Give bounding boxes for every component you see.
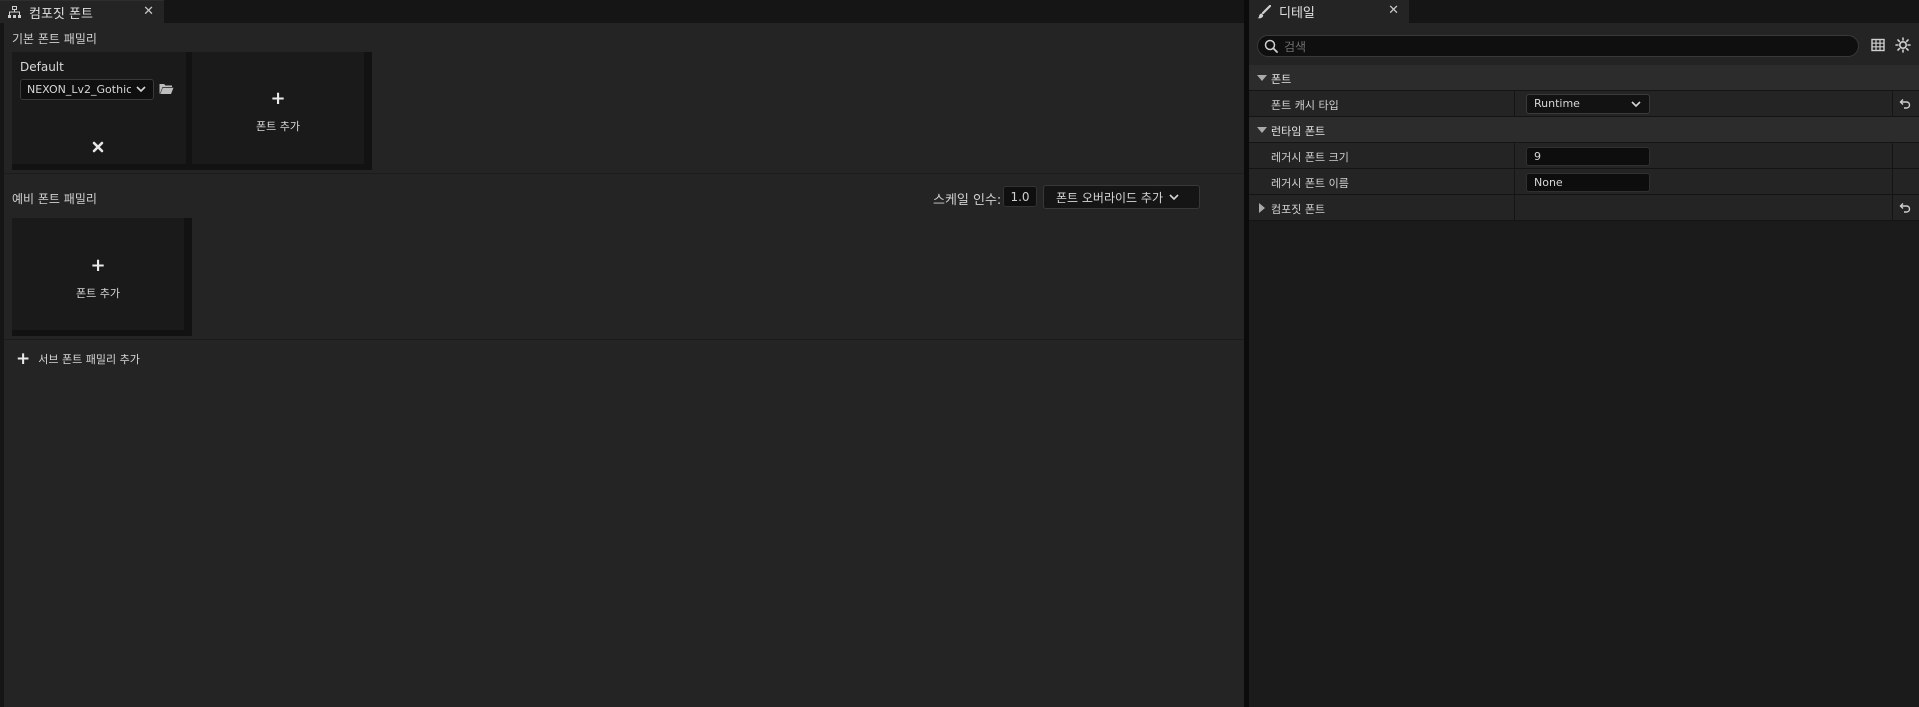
scale-factor-input[interactable]: 1.0: [1003, 186, 1037, 207]
plus-icon: +: [16, 349, 31, 369]
add-font-button-fallback[interactable]: + 폰트 추가: [12, 255, 184, 301]
font-cache-type-dropdown[interactable]: Runtime: [1526, 94, 1650, 114]
collapsed-arrow-icon[interactable]: [1259, 203, 1265, 213]
card-bottom-edge: [12, 164, 372, 170]
add-font-label: 폰트 추가: [76, 287, 120, 300]
table-view-icon[interactable]: [1871, 38, 1885, 52]
tab-details[interactable]: 디테일 ✕: [1249, 0, 1409, 23]
search-icon: [1264, 39, 1278, 53]
hierarchy-icon: [8, 5, 21, 18]
expanded-arrow-icon: [1257, 127, 1267, 133]
default-family-label: 기본 폰트 패밀리: [12, 32, 97, 46]
add-font-button-default[interactable]: + 폰트 추가: [192, 88, 364, 134]
font-asset-dropdown[interactable]: NEXON_Lv2_Gothic: [20, 79, 154, 100]
add-sub-font-family-button[interactable]: + 서브 폰트 패밀리 추가: [16, 349, 140, 369]
column-separator: [1892, 143, 1893, 169]
card-bottom-edge: [12, 330, 188, 336]
brush-icon: [1257, 4, 1271, 18]
left-tab-bar: [0, 0, 1244, 23]
column-separator[interactable]: [1514, 143, 1515, 169]
property-label: 레거시 폰트 이름: [1271, 177, 1349, 190]
property-label: 레거시 폰트 크기: [1271, 151, 1349, 164]
add-font-label: 폰트 추가: [256, 120, 300, 133]
tab-title: 컴포짓 폰트: [29, 6, 93, 22]
chevron-down-icon: [136, 86, 146, 93]
column-separator[interactable]: [1514, 195, 1515, 221]
card-right-edge: [364, 52, 372, 170]
property-label: 컴포짓 폰트: [1271, 203, 1326, 216]
category-label: 폰트: [1271, 73, 1292, 86]
card-right-edge: [184, 218, 192, 336]
font-asset-value: NEXON_Lv2_Gothic: [27, 83, 131, 96]
property-row-legacy-font-name: 레거시 폰트 이름 None: [1249, 169, 1919, 195]
browse-folder-icon[interactable]: [159, 82, 174, 95]
add-sub-font-family-label: 서브 폰트 패밀리 추가: [38, 353, 140, 366]
legacy-font-name-input[interactable]: None: [1526, 173, 1650, 192]
chevron-down-icon: [1169, 194, 1179, 201]
expanded-arrow-icon: [1257, 75, 1267, 81]
tab-title: 디테일: [1279, 6, 1315, 21]
search-placeholder: 검색: [1284, 39, 1307, 54]
property-label: 폰트 캐시 타입: [1271, 99, 1339, 112]
font-entry-name: Default: [20, 60, 64, 74]
legacy-font-size-input[interactable]: 9: [1526, 147, 1650, 166]
plus-icon: +: [90, 255, 106, 276]
category-label: 런타임 폰트: [1271, 125, 1326, 138]
plus-icon: +: [270, 88, 286, 109]
section-divider: [4, 173, 1244, 174]
add-font-override-label: 폰트 오버라이드 추가: [1056, 190, 1163, 205]
column-separator: [1892, 195, 1893, 221]
fallback-family-label: 예비 폰트 패밀리: [12, 192, 97, 206]
category-runtime-font[interactable]: 런타임 폰트: [1249, 117, 1919, 143]
column-separator: [1892, 91, 1893, 117]
add-font-override-button[interactable]: 폰트 오버라이드 추가: [1043, 185, 1200, 209]
category-font[interactable]: 폰트: [1249, 65, 1919, 91]
section-divider: [4, 339, 1244, 340]
tab-composite-font[interactable]: 컴포짓 폰트 ✕: [0, 0, 164, 23]
scale-factor-label: 스케일 인수:: [933, 193, 1002, 208]
close-tab-icon[interactable]: ✕: [1388, 3, 1399, 18]
property-row-font-cache-type: 폰트 캐시 타입 Runtime: [1249, 91, 1919, 117]
font-cache-type-value: Runtime: [1534, 97, 1580, 110]
remove-font-icon[interactable]: [92, 141, 104, 153]
details-search-input[interactable]: 검색: [1257, 35, 1859, 57]
column-separator[interactable]: [1514, 169, 1515, 195]
close-tab-icon[interactable]: ✕: [143, 4, 154, 19]
column-separator[interactable]: [1514, 91, 1515, 117]
settings-gear-icon[interactable]: [1895, 37, 1911, 53]
reset-to-default-icon[interactable]: [1899, 98, 1911, 110]
property-row-legacy-font-size: 레거시 폰트 크기 9: [1249, 143, 1919, 169]
column-separator: [1892, 169, 1893, 195]
property-row-composite-font[interactable]: 컴포짓 폰트: [1249, 195, 1919, 221]
chevron-down-icon: [1631, 101, 1641, 108]
reset-to-default-icon[interactable]: [1899, 202, 1911, 214]
